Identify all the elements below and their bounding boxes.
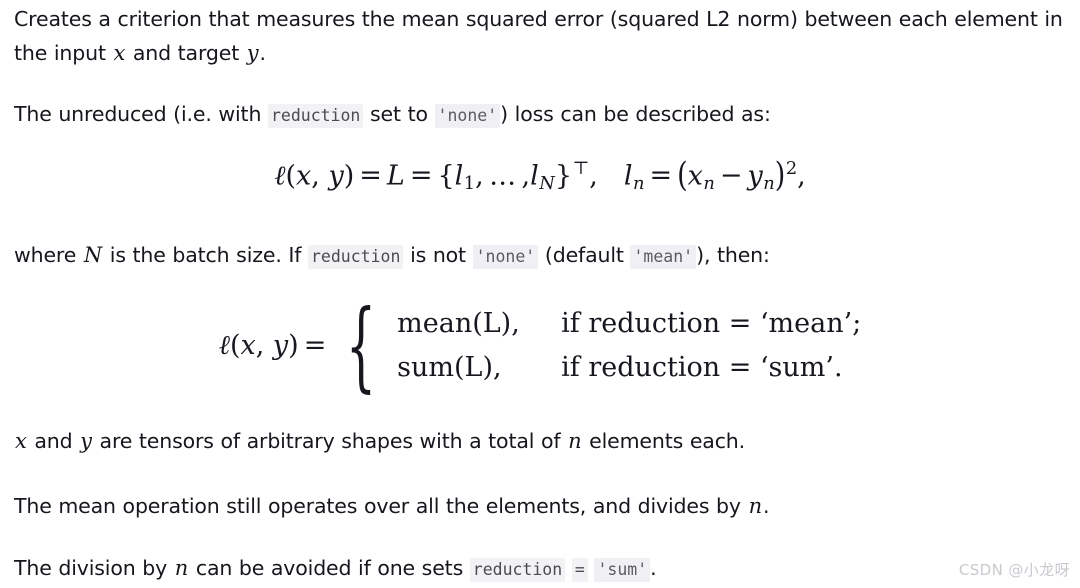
p3-text-part1: where [14, 243, 83, 267]
eq2-close-paren: ) [288, 330, 299, 362]
eq1-comma-sep: , [589, 160, 598, 192]
eq2-ell: ℓ [218, 330, 230, 362]
case-row-mean: mean(L), if reduction = ‘mean’; [397, 302, 861, 346]
equation1-row: ℓ(x, y) = L = {l1, … ,lN}⊤, ln = (xn − yn)2, [274, 156, 806, 196]
p1-text-part2: and target [126, 41, 246, 65]
inline-math-n-3: n [174, 556, 189, 580]
eq1-xn-subscript: n [703, 173, 715, 195]
eq1-xn: x [687, 160, 703, 192]
eq1-close-paren: ) [343, 160, 355, 192]
code-sum: 'sum' [594, 558, 651, 582]
inline-math-n: n [568, 429, 582, 453]
eq2-equals: = [303, 330, 327, 362]
eq1-lN-subscript: N [539, 173, 555, 195]
eq1-yn-subscript: n [763, 173, 775, 195]
p2-text-part1: The unreduced (i.e. with [14, 102, 268, 126]
eq1-y: y [328, 160, 344, 192]
code-none-2: 'none' [472, 245, 539, 269]
code-none: 'none' [434, 104, 501, 128]
p6-text-part2: can be avoided if one sets [189, 556, 470, 580]
inline-math-y-2: y [80, 429, 92, 453]
eq1-minus: − [719, 160, 743, 192]
p5-text-part2: . [762, 494, 770, 518]
equation-reduction-cases: ℓ(x, y) = { mean(L), if reduction = ‘mean… [0, 289, 1080, 403]
case-sum-value: sum(L), [397, 351, 502, 383]
p1-text-part3: . [259, 41, 267, 65]
code-reduction-2: reduction [308, 245, 404, 269]
p4-text-part1: and [27, 429, 80, 453]
inline-math-N: N [83, 243, 103, 267]
p3-text-part2: is the batch size. If [103, 243, 308, 267]
code-mean: 'mean' [630, 245, 697, 269]
cases-brace: { [346, 289, 377, 403]
eq1-power: 2 [785, 158, 798, 179]
paragraph-description: Creates a criterion that measures the me… [14, 2, 1066, 70]
eq1-x: x [296, 160, 312, 192]
eq1-open-paren: ( [285, 160, 297, 192]
p6-text-part3: . [650, 556, 657, 580]
eq1-big-close-paren: ) [774, 156, 786, 196]
cases-lines: mean(L), if reduction = ‘mean’; sum(L), … [387, 302, 861, 389]
document-body: Creates a criterion that measures the me… [0, 0, 1080, 588]
inline-math-n-2: n [748, 494, 763, 518]
eq1-trailing-comma: , [797, 160, 806, 192]
p2-text-part2: set to [363, 102, 435, 126]
paragraph-unreduced: The unreduced (i.e. with reduction set t… [14, 97, 1066, 133]
eq1-l1-subscript: 1 [463, 173, 476, 195]
eq1-brace-open: { [437, 160, 455, 192]
eq1-l1: l [454, 160, 464, 192]
case-mean-value: mean(L), [397, 308, 520, 339]
eq1-transpose: ⊤ [572, 158, 590, 179]
eq1-L: L [386, 160, 405, 192]
cases-environment: ℓ(x, y) = { mean(L), if reduction = ‘mean… [219, 289, 862, 403]
code-reduction: reduction [267, 104, 364, 128]
eq1-equals-2: = [409, 160, 433, 192]
paragraph-tensor-shapes: x and y are tensors of arbitrary shapes … [14, 424, 1066, 458]
case-row-sum: sum(L), if reduction = ‘sum’. [397, 346, 861, 390]
case-sum-condition: if reduction = ‘sum’. [561, 351, 843, 383]
paragraph-division-avoided: The division by n can be avoided if one … [14, 551, 1066, 587]
eq1-ln: l [623, 160, 633, 192]
p4-text-part3: elements each. [582, 429, 746, 453]
eq1-brace-close: } [554, 160, 573, 192]
p6-text-part1: The division by [14, 556, 174, 580]
p3-text-part4: (default [538, 243, 631, 267]
paragraph-mean-operation: The mean operation still operates over a… [14, 489, 1066, 523]
eq1-big-open-paren: ( [677, 156, 688, 196]
p2-text-part3: ) loss can be described as: [500, 102, 771, 126]
csdn-watermark: CSDN @小龙呀 [958, 561, 1070, 579]
equation-unreduced-loss: ℓ(x, y) = L = {l1, … ,lN}⊤, ln = (xn − yn)2, [0, 156, 1080, 196]
eq2-comma: , [255, 330, 265, 362]
eq2-lhs: ℓ(x, y) = [219, 330, 340, 361]
case-mean-condition: if reduction = ‘mean’; [561, 308, 862, 339]
p5-text-part1: The mean operation still operates over a… [14, 494, 748, 518]
eq2-x: x [240, 330, 256, 362]
paragraph-batch-size: where N is the batch size. If reduction … [14, 238, 1066, 274]
eq1-ellipsis: , … , [475, 160, 531, 192]
eq1-equals-1: = [359, 160, 382, 192]
eq1-ln-subscript: n [633, 173, 645, 195]
eq2-y: y [272, 330, 289, 362]
inline-math-x-2: x [15, 429, 27, 453]
code-equals-sign: = [571, 558, 588, 582]
eq1-lN: l [530, 160, 539, 192]
inline-math-x: x [113, 41, 126, 65]
eq1-comma: , [311, 160, 320, 192]
eq1-ell: ℓ [274, 160, 286, 192]
eq1-equals-3: = [649, 160, 673, 192]
inline-math-y: y [246, 41, 259, 65]
code-reduction-3: reduction [469, 558, 566, 582]
eq1-yn: y [747, 160, 763, 192]
p4-text-part2: are tensors of arbitrary shapes with a t… [92, 429, 568, 453]
eq2-open-paren: ( [229, 330, 241, 362]
p3-text-part5: ), then: [696, 243, 770, 267]
p3-text-part3: is not [403, 243, 473, 267]
